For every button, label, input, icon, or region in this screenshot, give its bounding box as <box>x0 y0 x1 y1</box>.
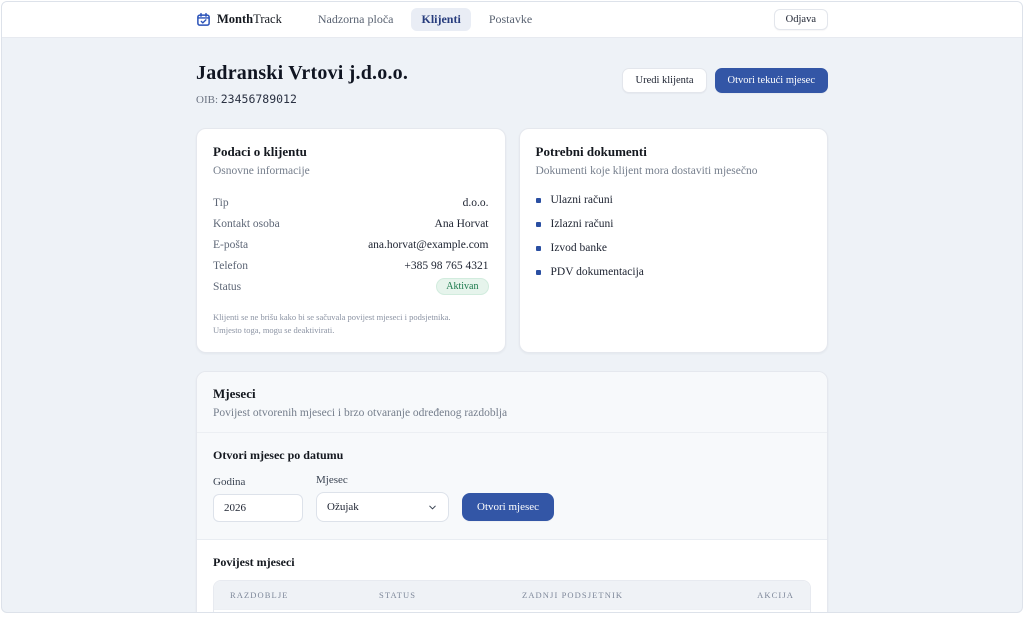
brand[interactable]: MonthTrack <box>196 12 282 27</box>
bullet-icon <box>536 270 541 275</box>
document-name: PDV dokumentacija <box>551 266 644 278</box>
open-month-title: Otvori mjesec po datumu <box>213 448 811 463</box>
row-label: Kontakt osoba <box>213 218 280 230</box>
nav-item-nadzorna-ploca[interactable]: Nadzorna ploča <box>308 8 404 31</box>
document-name: Izlazni računi <box>551 218 614 230</box>
main-nav: Nadzorna ploča Klijenti Postavke <box>308 8 748 31</box>
chevron-down-icon <box>427 502 438 513</box>
row-value: +385 98 765 4321 <box>404 260 488 272</box>
row-label: Tip <box>213 197 229 209</box>
brand-name: MonthTrack <box>217 12 282 27</box>
page-header: Jadranski Vrtovi j.d.o.o. OIB: 234567890… <box>196 62 828 106</box>
history-table: Razdoblje Status Zadnji podsjetnik Akcij… <box>213 580 811 613</box>
row-label: E-pošta <box>213 239 248 251</box>
month-field-group: Mjesec Ožujak <box>316 474 449 522</box>
client-row-status: Status Aktivan <box>213 276 489 297</box>
client-row-telefon: Telefon +385 98 765 4321 <box>213 255 489 276</box>
history-title: Povijest mjeseci <box>213 555 811 570</box>
open-month-section: Otvori mjesec po datumu Godina Mjesec Ož… <box>197 433 827 540</box>
documents-list: Ulazni računi Izlazni računi Izvod banke <box>536 194 812 278</box>
months-card-subtitle: Povijest otvorenih mjeseci i brzo otvara… <box>213 407 811 419</box>
row-label: Telefon <box>213 260 248 272</box>
row-value: Ana Horvat <box>435 218 489 230</box>
column-header-razdoblje: Razdoblje <box>214 581 363 610</box>
nav-item-postavke[interactable]: Postavke <box>479 8 542 31</box>
table-row: Ožujak 2026 Nepotpuno — Otvori <box>214 610 810 613</box>
cell-period: Ožujak 2026 <box>214 610 363 613</box>
client-row-eposta: E-pošta ana.horvat@example.com <box>213 234 489 255</box>
year-label: Godina <box>213 476 303 488</box>
year-field-group: Godina <box>213 476 303 522</box>
column-header-akcija: Akcija <box>721 581 810 610</box>
list-item: Izlazni računi <box>536 218 812 230</box>
document-name: Izvod banke <box>551 242 608 254</box>
year-input[interactable] <box>213 494 303 522</box>
documents-card-subtitle: Dokumenti koje klijent mora dostaviti mj… <box>536 165 812 177</box>
months-card-header: Mjeseci Povijest otvorenih mjeseci i brz… <box>197 372 827 433</box>
list-item: Izvod banke <box>536 242 812 254</box>
bullet-icon <box>536 198 541 203</box>
oib-label: OIB: <box>196 94 218 106</box>
month-select[interactable]: Ožujak <box>316 492 449 522</box>
client-card-title: Podaci o klijentu <box>213 144 489 160</box>
cell-last-reminder: — <box>506 610 721 613</box>
table-header-row: Razdoblje Status Zadnji podsjetnik Akcij… <box>214 581 810 610</box>
client-card-footnote: Klijenti se ne brišu kako bi se sačuvala… <box>213 311 489 337</box>
oib-line: OIB: 23456789012 <box>196 92 408 106</box>
main-content: Jadranski Vrtovi j.d.o.o. OIB: 234567890… <box>2 38 1022 613</box>
top-nav: MonthTrack Nadzorna ploča Klijenti Posta… <box>2 2 1022 38</box>
row-value: ana.horvat@example.com <box>368 239 488 251</box>
logout-button[interactable]: Odjava <box>774 9 828 30</box>
open-current-month-button[interactable]: Otvori tekući mjesec <box>715 68 828 93</box>
oib-value: 23456789012 <box>221 92 297 106</box>
documents-card-title: Potrebni dokumenti <box>536 144 812 160</box>
status-badge: Aktivan <box>436 278 488 295</box>
document-name: Ulazni računi <box>551 194 613 206</box>
app-window: MonthTrack Nadzorna ploča Klijenti Posta… <box>1 1 1023 613</box>
page-title: Jadranski Vrtovi j.d.o.o. <box>196 62 408 85</box>
column-header-zadnji-podsjetnik: Zadnji podsjetnik <box>506 581 721 610</box>
documents-card: Potrebni dokumenti Dokumenti koje klijen… <box>519 128 829 353</box>
months-card-title: Mjeseci <box>213 386 811 402</box>
bullet-icon <box>536 246 541 251</box>
client-info-card: Podaci o klijentu Osnovne informacije Ti… <box>196 128 506 353</box>
bullet-icon <box>536 222 541 227</box>
edit-client-button[interactable]: Uredi klijenta <box>622 68 706 93</box>
list-item: Ulazni računi <box>536 194 812 206</box>
client-row-tip: Tip d.o.o. <box>213 192 489 213</box>
list-item: PDV dokumentacija <box>536 266 812 278</box>
open-month-button[interactable]: Otvori mjesec <box>462 493 554 521</box>
cell-status: Nepotpuno <box>363 610 506 613</box>
month-select-value: Ožujak <box>327 501 359 513</box>
row-label: Status <box>213 281 241 293</box>
column-header-status: Status <box>363 581 506 610</box>
calendar-check-icon <box>196 12 211 27</box>
client-card-subtitle: Osnovne informacije <box>213 165 489 177</box>
nav-item-klijenti[interactable]: Klijenti <box>411 8 470 31</box>
row-value: d.o.o. <box>463 197 489 209</box>
month-history-section: Povijest mjeseci Razdoblje Status Zadnji… <box>197 540 827 613</box>
month-label: Mjesec <box>316 474 449 486</box>
client-row-kontakt: Kontakt osoba Ana Horvat <box>213 213 489 234</box>
months-card: Mjeseci Povijest otvorenih mjeseci i brz… <box>196 371 828 613</box>
